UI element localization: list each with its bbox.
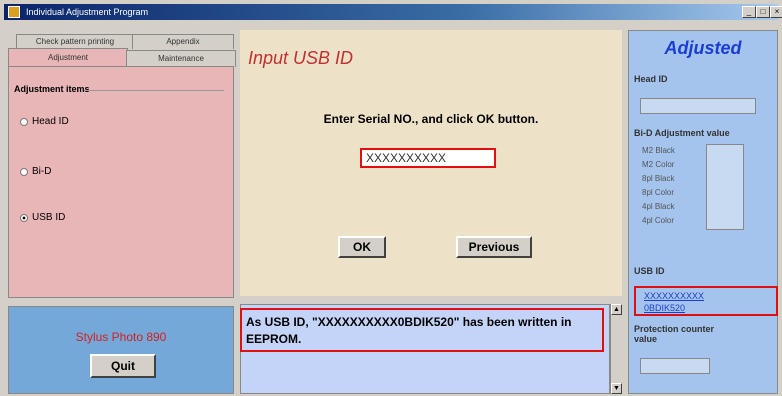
title-bar: Individual Adjustment Program _ □ × (4, 4, 782, 20)
bid-row-label: 4pl Black (642, 202, 675, 211)
bid-values-box (706, 144, 744, 230)
tab-check-pattern-printing[interactable]: Check pattern printing (16, 34, 134, 49)
usb-id-label: USB ID (634, 266, 665, 276)
bid-row-label: 8pl Color (642, 188, 675, 197)
protection-counter-label-line2: value (634, 334, 658, 344)
quit-button[interactable]: Quit (90, 354, 156, 378)
head-id-value (640, 98, 756, 114)
maximize-button[interactable]: □ (756, 6, 770, 18)
model-panel (8, 306, 234, 394)
window-title: Individual Adjustment Program (26, 7, 149, 17)
previous-button[interactable]: Previous (456, 236, 532, 258)
message-scrollbar[interactable]: ▲ ▼ (610, 304, 622, 394)
scroll-down-arrow-icon[interactable]: ▼ (611, 383, 622, 394)
radio-circle (20, 117, 28, 126)
instruction-text: Enter Serial NO., and click OK button. (323, 112, 539, 126)
tab-strip: Check pattern printing Appendix Adjustme… (8, 34, 236, 67)
model-name: Stylus Photo 890 (75, 330, 167, 344)
radio-circle (20, 167, 28, 176)
usb-id-value-line2: 0BDIK520 (644, 303, 686, 313)
usb-id-value-line1: XXXXXXXXXX (644, 291, 705, 301)
usb-id-value: XXXXXXXXXX 0BDIK520 (634, 286, 778, 316)
radio-circle-selected (20, 213, 28, 222)
radio-label: USB ID (32, 212, 66, 223)
radio-usb-id[interactable]: USB ID (20, 212, 65, 223)
tab-maintenance[interactable]: Maintenance (126, 50, 236, 67)
result-message: As USB ID, "XXXXXXXXXX0BDIK520" has been… (246, 315, 572, 346)
radio-bi-d[interactable]: Bi-D (20, 166, 51, 177)
bid-row-label: M2 Black (642, 146, 675, 155)
bid-row-label: 8pl Black (642, 174, 675, 183)
protection-counter-label: Protection counter value (634, 324, 714, 344)
bid-row-label: 4pl Color (642, 216, 675, 225)
head-id-label: Head ID (634, 74, 668, 84)
tab-appendix[interactable]: Appendix (132, 34, 234, 49)
radio-label: Head ID (32, 116, 69, 127)
app-icon (8, 6, 20, 18)
ok-button[interactable]: OK (338, 236, 386, 258)
tab-adjustment[interactable]: Adjustment (8, 48, 128, 67)
protection-counter-value (640, 358, 710, 374)
adjustment-items-heading: Adjustment items (14, 84, 90, 94)
bid-adjustment-label: Bi-D Adjustment value (634, 128, 730, 138)
scroll-up-arrow-icon[interactable]: ▲ (611, 304, 622, 315)
radio-label: Bi-D (32, 166, 52, 177)
serial-number-input[interactable]: XXXXXXXXXX (360, 148, 496, 168)
adjusted-title: Adjusted (664, 38, 742, 58)
bid-row-label: M2 Color (642, 160, 675, 169)
minimize-button[interactable]: _ (742, 6, 756, 18)
app-window: Individual Adjustment Program _ □ × Chec… (0, 0, 782, 396)
adjustment-panel (8, 66, 234, 298)
radio-head-id[interactable]: Head ID (20, 116, 69, 127)
protection-counter-label-line1: Protection counter (634, 324, 715, 334)
group-divider (84, 90, 224, 91)
close-button[interactable]: × (770, 6, 782, 18)
page-title: Input USB ID (248, 48, 354, 68)
